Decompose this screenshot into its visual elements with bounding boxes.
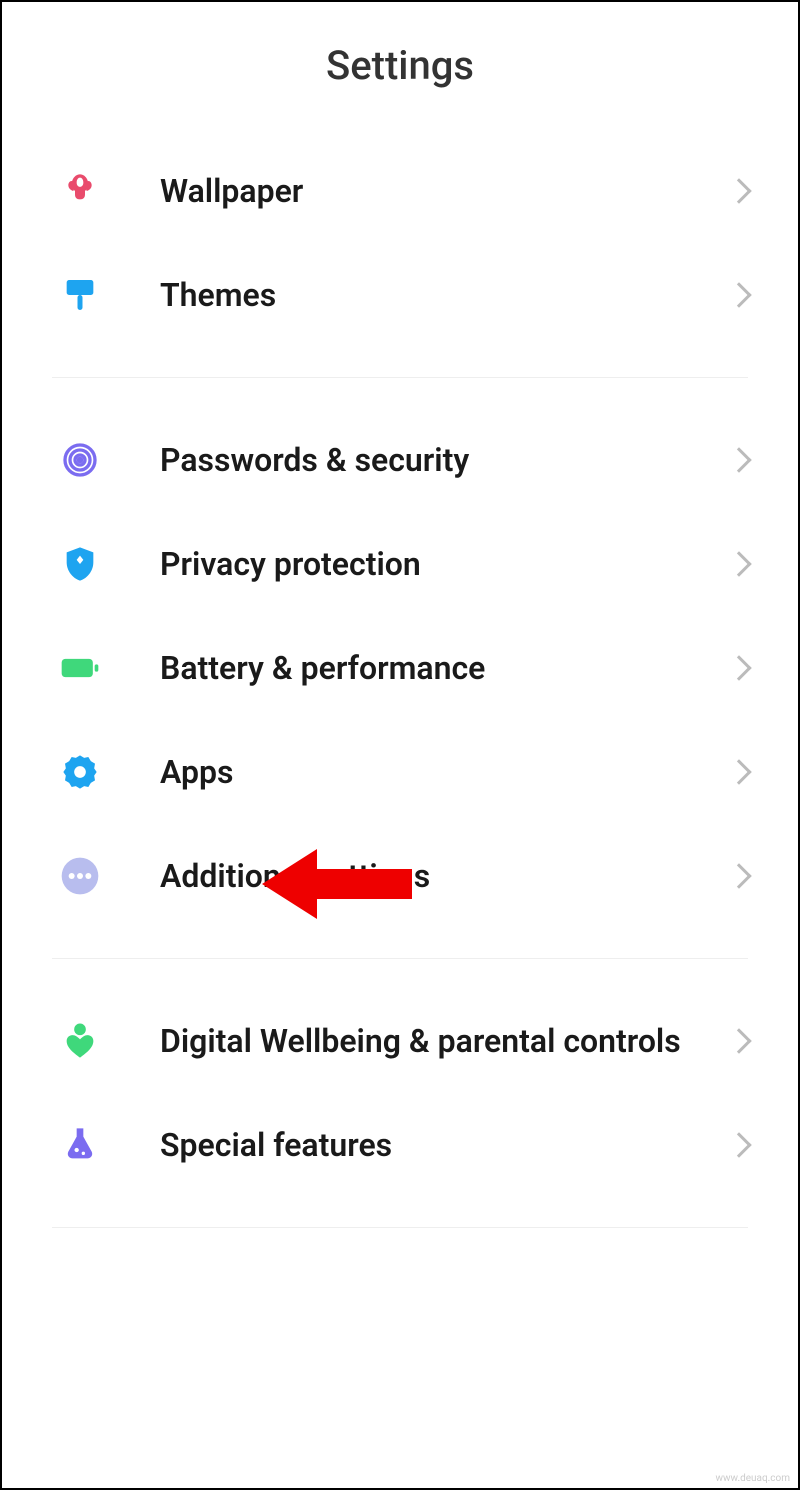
shield-icon [58, 542, 102, 586]
header: Settings [2, 2, 798, 139]
chevron-right-icon [726, 551, 751, 576]
settings-item-label: Additional settings [160, 856, 730, 896]
settings-item-themes[interactable]: Themes [2, 243, 798, 347]
paint-roller-icon [58, 273, 102, 317]
tulip-icon [58, 169, 102, 213]
settings-item-label: Passwords & security [160, 440, 730, 480]
chevron-right-icon [726, 759, 751, 784]
chevron-right-icon [726, 1132, 751, 1157]
settings-item-label: Battery & performance [160, 648, 730, 688]
chevron-right-icon [726, 447, 751, 472]
settings-item-passwords-security[interactable]: Passwords & security [2, 408, 798, 512]
settings-item-wallpaper[interactable]: Wallpaper [2, 139, 798, 243]
settings-item-label: Themes [160, 275, 730, 315]
settings-item-label: Special features [160, 1125, 730, 1165]
divider [52, 1227, 748, 1228]
chevron-right-icon [726, 863, 751, 888]
settings-item-apps[interactable]: Apps [2, 720, 798, 824]
settings-list: Wallpaper Themes Passwords & security [2, 139, 798, 1258]
page-title: Settings [2, 42, 798, 89]
fingerprint-icon [58, 438, 102, 482]
settings-item-additional-settings[interactable]: Additional settings [2, 824, 798, 928]
settings-item-special-features[interactable]: Special features [2, 1093, 798, 1197]
settings-item-label: Apps [160, 752, 730, 792]
battery-icon [58, 646, 102, 690]
chevron-right-icon [726, 282, 751, 307]
divider [52, 958, 748, 959]
divider [52, 377, 748, 378]
ellipsis-icon [58, 854, 102, 898]
settings-item-label: Privacy protection [160, 544, 730, 584]
flask-icon [58, 1123, 102, 1167]
settings-item-privacy-protection[interactable]: Privacy protection [2, 512, 798, 616]
settings-item-battery-performance[interactable]: Battery & performance [2, 616, 798, 720]
settings-item-digital-wellbeing[interactable]: Digital Wellbeing & parental controls [2, 989, 798, 1093]
chevron-right-icon [726, 178, 751, 203]
watermark: www.deuaq.com [716, 1473, 791, 1484]
chevron-right-icon [726, 655, 751, 680]
chevron-right-icon [726, 1028, 751, 1053]
settings-item-label: Digital Wellbeing & parental controls [160, 1021, 730, 1061]
settings-item-label: Wallpaper [160, 171, 730, 211]
person-heart-icon [58, 1019, 102, 1063]
gear-icon [58, 750, 102, 794]
